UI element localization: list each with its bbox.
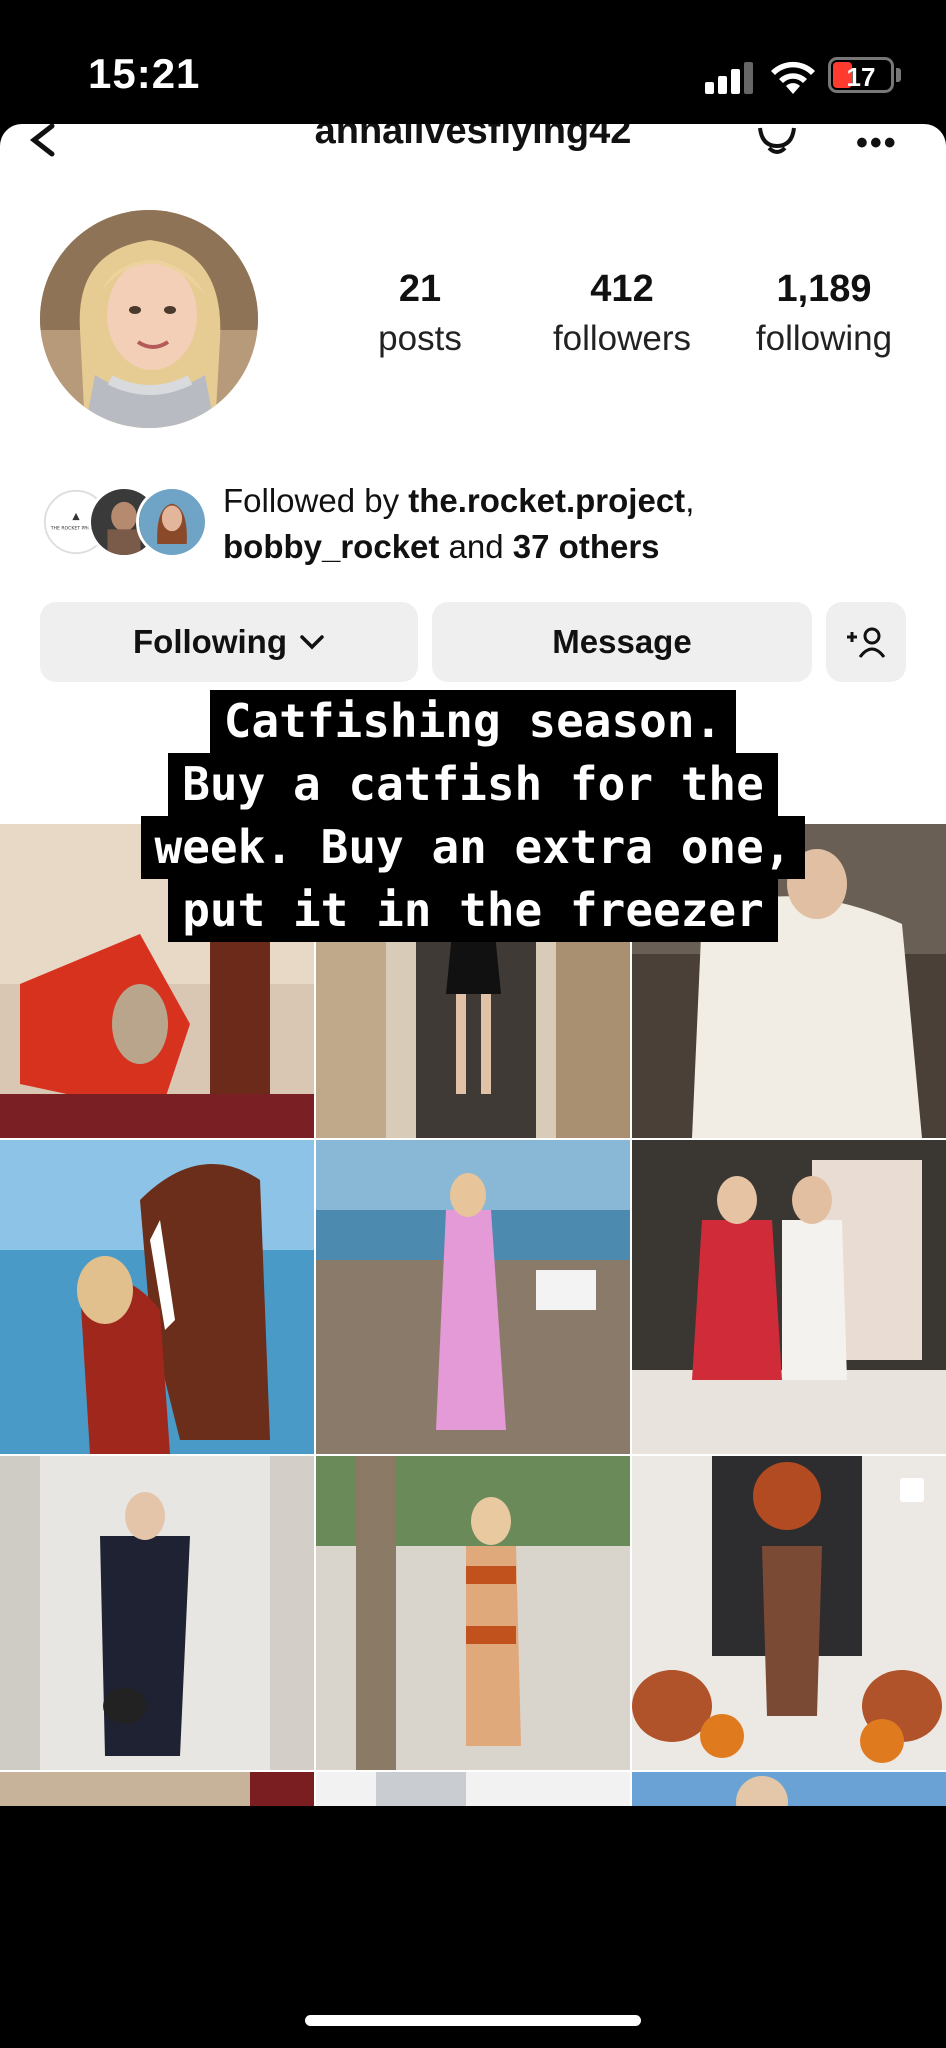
- mutual-followers-avatars[interactable]: THE ROCKET PROJECT: [40, 486, 210, 560]
- story-caption-overlay: Catfishing season. Buy a catfish for the…: [0, 690, 946, 942]
- profile-avatar[interactable]: [40, 210, 258, 428]
- posts-stat[interactable]: 21 posts: [320, 268, 520, 359]
- status-bar: 15:21 17: [0, 0, 946, 128]
- followed-by-others[interactable]: 37 others: [513, 528, 660, 565]
- post-thumbnail[interactable]: [0, 1140, 314, 1454]
- post-thumbnail[interactable]: [316, 1772, 630, 1806]
- caption-line-2: Buy a catfish for the: [168, 753, 778, 816]
- following-label: following: [755, 319, 893, 358]
- bottom-area: [0, 1806, 946, 2048]
- following-stat[interactable]: 1,189 following: [724, 268, 924, 359]
- caption-line-3: week. Buy an extra one,: [140, 816, 806, 879]
- cellular-signal-icon: [705, 62, 755, 94]
- followed-by-and: and: [439, 528, 513, 565]
- followed-by-account-2[interactable]: bobby_rocket: [223, 528, 439, 565]
- message-button[interactable]: Message: [432, 602, 812, 682]
- followers-count: 412: [590, 268, 654, 310]
- followed-by-text[interactable]: Followed by the.rocket.project, bobby_ro…: [223, 478, 923, 570]
- battery-icon: 17: [828, 57, 894, 93]
- caption-line-1: Catfishing season.: [209, 690, 737, 753]
- home-indicator[interactable]: [305, 2015, 641, 2026]
- add-person-icon: [847, 627, 886, 658]
- post-thumbnail[interactable]: [632, 1140, 946, 1454]
- post-thumbnail[interactable]: [632, 1772, 946, 1806]
- post-thumbnail[interactable]: [0, 1772, 314, 1806]
- following-count: 1,189: [776, 268, 872, 310]
- caption-line-4: put it in the freezer: [168, 879, 778, 942]
- chevron-down-icon: [300, 635, 324, 650]
- profile-username: annalivesflying42: [314, 124, 632, 152]
- post-thumbnail[interactable]: [316, 1456, 630, 1770]
- posts-grid: [0, 824, 946, 1806]
- followed-by-account-1[interactable]: the.rocket.project: [408, 482, 685, 519]
- post-thumbnail[interactable]: [632, 1456, 946, 1770]
- followed-by-prefix: Followed by: [223, 482, 409, 519]
- status-time: 15:21: [88, 50, 201, 97]
- notification-bell-icon[interactable]: [752, 124, 802, 156]
- posts-label: posts: [378, 319, 462, 358]
- wifi-icon: [771, 61, 815, 94]
- following-button-label: Following: [133, 623, 287, 660]
- post-thumbnail[interactable]: [0, 1456, 314, 1770]
- followed-by-comma: ,: [685, 482, 695, 519]
- battery-level: 17: [846, 62, 876, 92]
- followers-stat[interactable]: 412 followers: [522, 268, 722, 359]
- mutual-avatar-3: [136, 486, 208, 558]
- posts-count: 21: [398, 268, 442, 310]
- post-thumbnail[interactable]: [316, 1140, 630, 1454]
- add-person-button[interactable]: [826, 602, 906, 682]
- more-options-icon[interactable]: •••: [856, 124, 898, 163]
- message-button-label: Message: [552, 623, 692, 660]
- followers-label: followers: [552, 319, 692, 358]
- following-button[interactable]: Following: [40, 602, 418, 682]
